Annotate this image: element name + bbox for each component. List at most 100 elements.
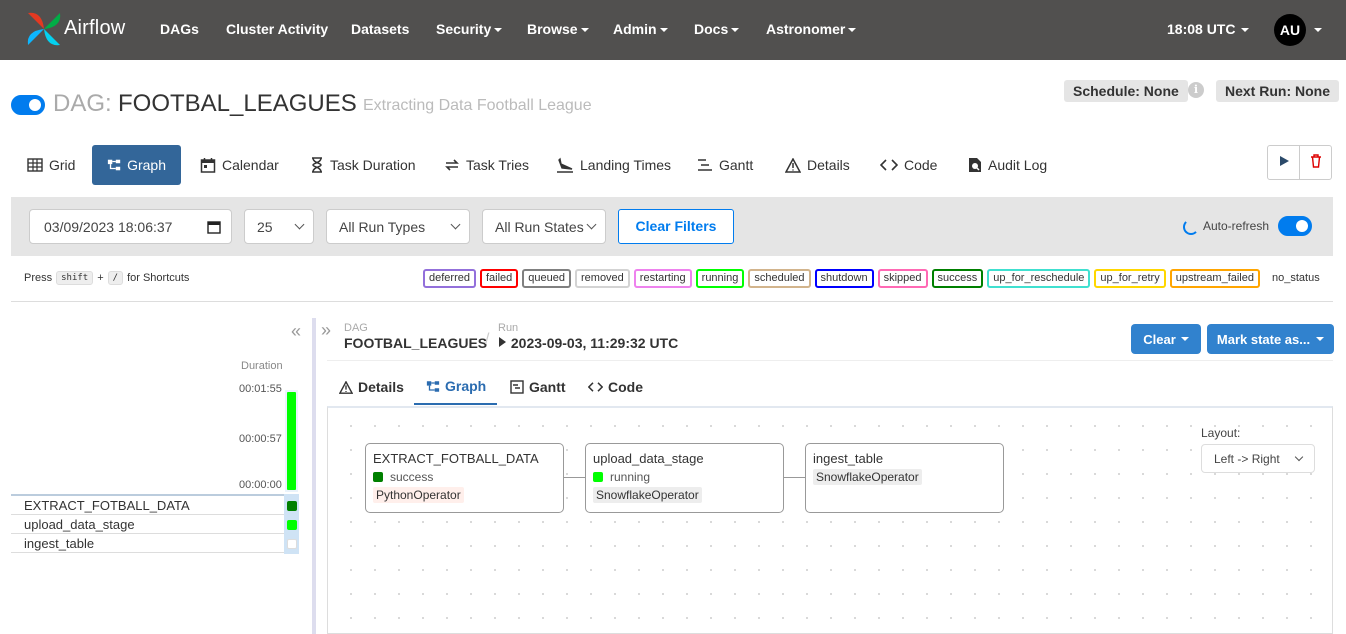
legend-running[interactable]: running [695,269,745,288]
nav-admin[interactable]: Admin [613,21,668,37]
caret-down-icon [1180,337,1189,341]
tab-graph[interactable]: Graph [92,145,181,185]
task-row[interactable]: ingest_table [11,534,298,553]
delete-dag-button[interactable] [1299,145,1332,180]
state-legend: deferred failed queued removed restarting run… [423,269,1326,288]
legend-up-for-retry[interactable]: up_for_retry [1094,269,1166,288]
task-instance-square[interactable] [287,520,297,530]
gantt-icon [698,159,712,171]
caret-down-icon [1316,337,1325,341]
detail-tab-code[interactable]: Code [588,369,643,405]
num-runs-select[interactable]: 25 [244,209,314,244]
code-icon [588,382,603,392]
caret-down-icon [659,28,668,33]
detail-tab-details[interactable]: Details [339,369,404,405]
legend-shutdown[interactable]: shutdown [814,269,874,288]
task-row[interactable]: upload_data_stage [11,515,298,534]
node-task-id: EXTRACT_FOTBALL_DATA [373,451,539,466]
shortcuts-hint: Press shift + / for Shortcuts [24,271,189,285]
tab-calendar[interactable]: Calendar [200,145,279,185]
run-state-select[interactable]: All Run States [482,209,606,244]
nav-datasets[interactable]: Datasets [351,21,409,37]
task-instance-square[interactable] [287,501,297,511]
task-instance-square[interactable] [287,539,297,549]
graph-canvas[interactable] [327,406,1333,634]
landing-icon [557,157,573,173]
duration-tick: 00:00:57 [239,433,282,445]
loading-spinner-icon [1183,219,1199,235]
tab-task-tries[interactable]: Task Tries [444,145,529,185]
dag-prefix: DAG: [53,90,112,117]
run-duration-bar[interactable] [287,392,296,490]
nav-astronomer[interactable]: Astronomer [766,21,857,37]
breadcrumb-run-label: Run [498,322,519,334]
graph-node[interactable]: EXTRACT_FOTBALL_DATA success PythonOpera… [365,443,564,513]
graph-node[interactable]: upload_data_stage running SnowflakeOpera… [585,443,784,513]
layout-label: Layout: [1201,426,1241,440]
node-operator: SnowflakeOperator [813,469,922,485]
nav-security[interactable]: Security [436,21,503,37]
breadcrumb-run[interactable]: 2023-09-03, 11:29:32 UTC [498,335,678,351]
calendar-icon [200,158,216,173]
detail-tab-graph[interactable]: Graph [414,369,497,405]
tab-task-duration[interactable]: Task Duration [310,145,416,185]
legend-failed[interactable]: failed [479,269,519,288]
collapse-grid-icon[interactable]: « [291,321,301,342]
trash-icon [1310,154,1321,168]
chevron-down-icon [294,219,305,230]
play-icon [1279,156,1289,166]
kbd-shift: shift [56,271,94,285]
tab-code[interactable]: Code [880,145,937,185]
node-operator: PythonOperator [373,487,464,503]
layout-select[interactable]: Left -> Right [1201,444,1315,473]
task-row[interactable]: EXTRACT_FOTBALL_DATA [11,494,298,515]
legend-up-for-reschedule[interactable]: up_for_reschedule [987,269,1091,288]
clear-filters-button[interactable]: Clear Filters [618,209,734,244]
panel-resize-handle[interactable] [312,318,316,634]
legend-queued[interactable]: queued [522,269,571,288]
expand-grid-icon[interactable]: » [321,320,331,341]
brand-name[interactable]: Airflow [64,17,125,40]
caret-down-icon [848,28,857,33]
shortcuts-suffix: for Shortcuts [127,272,190,284]
trigger-dag-button[interactable] [1267,145,1300,180]
legend-success[interactable]: success [931,269,984,288]
user-avatar[interactable]: AU [1274,14,1306,46]
legend-deferred[interactable]: deferred [423,269,476,288]
tab-gantt[interactable]: Gantt [697,145,753,185]
tab-landing-times[interactable]: Landing Times [556,145,671,185]
caret-down-icon [731,28,740,33]
shortcuts-press: Press [24,272,53,284]
nav-cluster-activity[interactable]: Cluster Activity [226,21,328,37]
nav-browse[interactable]: Browse [527,21,589,37]
calendar-icon [207,220,221,234]
user-menu-caret-icon[interactable] [1314,28,1322,32]
nav-dags[interactable]: DAGs [160,21,199,37]
timezone-menu[interactable]: 18:08 UTC [1167,21,1250,37]
legend-skipped[interactable]: skipped [877,269,928,288]
tab-grid[interactable]: Grid [27,145,75,185]
navbar: Airflow DAGs Cluster Activity Datasets S… [0,0,1346,60]
graph-edge [784,477,805,478]
info-icon[interactable]: i [1188,82,1204,98]
caret-down-icon [494,28,503,33]
legend-restarting[interactable]: restarting [633,269,692,288]
legend-upstream-failed[interactable]: upstream_failed [1169,269,1260,288]
graph-node[interactable]: ingest_table SnowflakeOperator [805,443,1004,513]
tab-details[interactable]: Details [785,145,850,185]
airflow-logo-icon[interactable] [24,9,64,49]
breadcrumb-dag[interactable]: FOOTBAL_LEAGUES [344,335,487,351]
clear-task-button[interactable]: Clear [1131,324,1201,354]
run-type-select[interactable]: All Run Types [326,209,470,244]
auto-refresh-toggle[interactable] [1278,216,1312,236]
legend-scheduled[interactable]: scheduled [748,269,811,288]
nav-docs[interactable]: Docs [694,21,740,37]
mark-state-button[interactable]: Mark state as... [1207,324,1334,354]
detail-tab-gantt[interactable]: Gantt [510,369,566,405]
legend-no-status[interactable]: no_status [1264,269,1326,288]
execution-date-input[interactable]: 03/09/2023 18:06:37 [29,209,232,244]
tab-audit-log[interactable]: Audit Log [968,145,1047,185]
legend-removed[interactable]: removed [575,269,630,288]
dag-pause-toggle[interactable] [11,95,45,115]
code-icon [880,159,898,171]
